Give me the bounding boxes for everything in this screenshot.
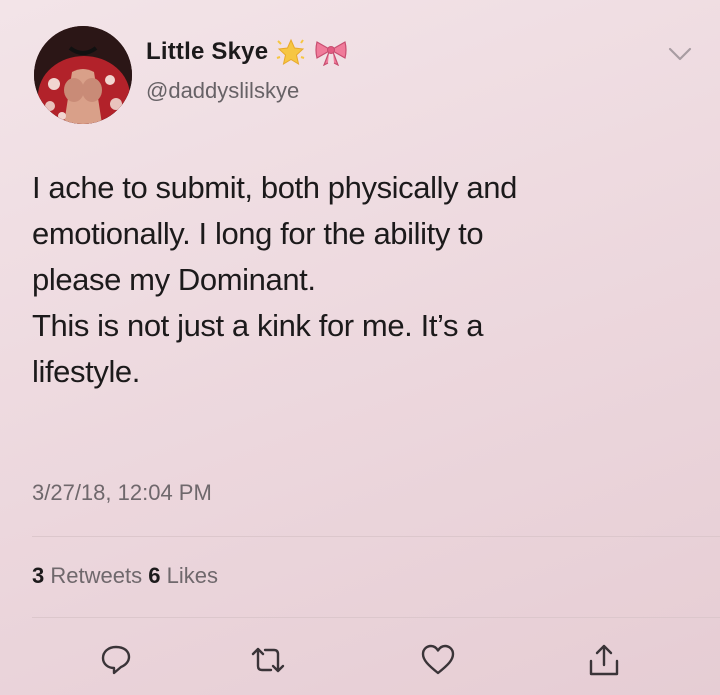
reply-button[interactable]	[96, 640, 136, 680]
tweet-timestamp[interactable]: 3/27/18, 12:04 PM	[32, 480, 212, 506]
retweets-count[interactable]: 3	[32, 563, 44, 588]
tweet-text: I ache to submit, both physically and em…	[32, 170, 517, 389]
likes-count[interactable]: 6	[148, 563, 160, 588]
share-button[interactable]	[584, 640, 624, 680]
like-heart-icon	[421, 644, 455, 675]
tweet-actions	[0, 640, 720, 690]
reply-icon	[101, 645, 131, 675]
glowing-star-icon	[276, 38, 306, 66]
user-handle[interactable]: @daddyslilskye	[146, 78, 299, 104]
divider	[32, 536, 720, 537]
likes-label[interactable]: Likes	[167, 563, 218, 588]
avatar-image	[34, 26, 132, 124]
tweet-stats: 3 Retweets 6 Likes	[32, 563, 218, 589]
avatar[interactable]	[34, 26, 132, 124]
chevron-down-icon[interactable]	[668, 46, 692, 67]
ribbon-bow-icon	[314, 38, 348, 66]
display-name[interactable]: Little Skye	[146, 38, 268, 66]
like-button[interactable]	[418, 640, 458, 680]
retweet-icon	[251, 647, 285, 673]
retweet-button[interactable]	[248, 640, 288, 680]
divider	[32, 617, 720, 618]
share-icon	[589, 644, 619, 676]
retweets-label[interactable]: Retweets	[50, 563, 142, 588]
